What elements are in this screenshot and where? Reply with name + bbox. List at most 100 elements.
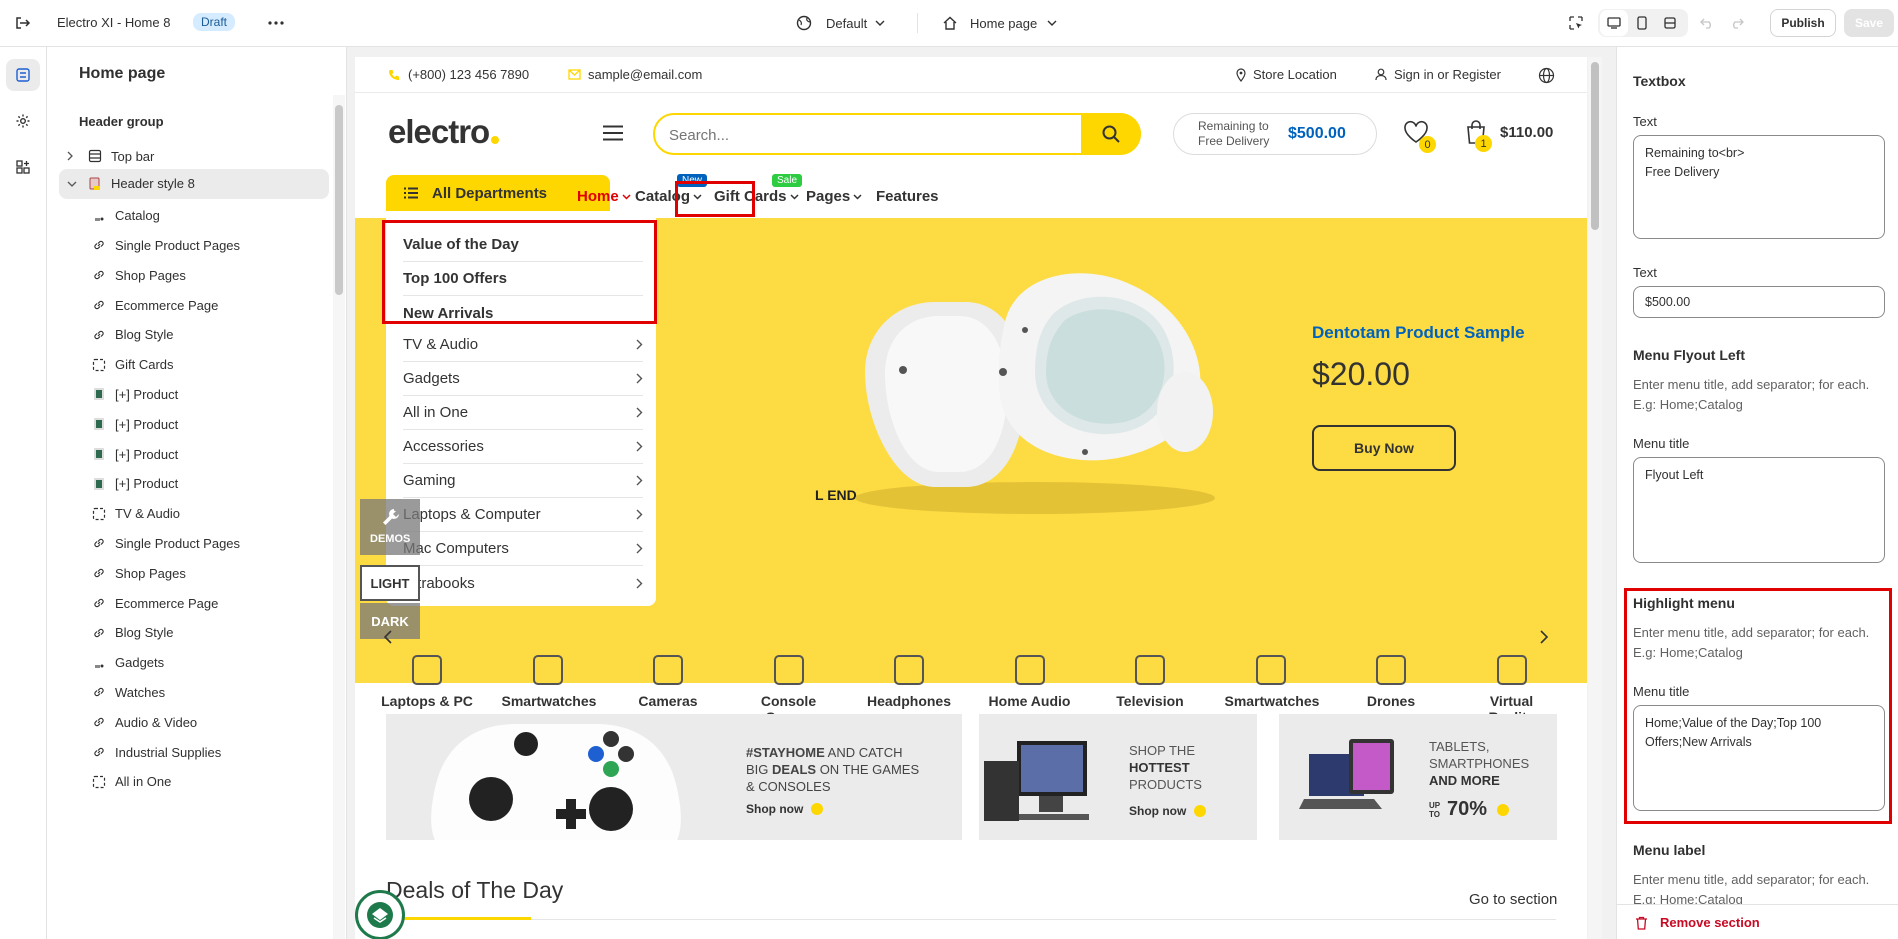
flyout-title: Menu Flyout Left [1633,347,1745,363]
tree-item[interactable]: All in One [59,765,329,799]
buy-now-button[interactable]: Buy Now [1312,425,1456,471]
panel-scrollbar[interactable] [333,95,345,939]
department-item[interactable]: Laptops & Computer [403,498,643,532]
category-icon [412,655,442,685]
department-item[interactable]: Gaming [403,464,643,498]
chevron-right-icon [636,578,643,589]
tree-item[interactable]: Header style 8 [59,168,329,199]
phone-link[interactable]: (+800) 123 456 7890 [388,67,529,82]
flyout-textarea[interactable]: Flyout Left [1633,457,1885,563]
cart-total[interactable]: $110.00 [1500,124,1553,141]
hamburger-menu-icon[interactable] [603,125,623,141]
undo-icon[interactable] [1698,14,1716,32]
globe-icon [796,15,812,31]
arrow-circle-icon [811,803,824,815]
nav-item[interactable]: Pages [806,188,862,205]
preview-scrollbar-thumb[interactable] [1591,62,1599,230]
category-item[interactable]: Television [1090,655,1210,709]
category-item[interactable]: Cameras [608,655,728,709]
promo-hottest-line1: SHOP THE [1129,743,1195,758]
desktop-icon[interactable] [1600,10,1628,36]
chevron-left-icon[interactable] [383,630,397,644]
remove-section-label: Remove section [1660,915,1760,930]
category-item[interactable]: Headphones [849,655,969,709]
promo-tablets-text: TABLETS, SMARTPHONES AND MORE [1429,738,1529,789]
category-item[interactable]: Laptops & PC [367,655,487,709]
promo-banner-games[interactable]: #STAYHOME AND CATCH BIG DEALS ON THE GAM… [386,714,962,840]
mobile-icon[interactable] [1628,10,1656,36]
settings-gear-icon[interactable] [6,105,40,137]
promo-games-line2a: BIG [746,762,773,777]
chat-widget-icon[interactable] [355,890,405,939]
department-item[interactable]: Ultrabooks [403,566,643,600]
tree-item[interactable]: Top bar [59,139,329,173]
email-link[interactable]: sample@email.com [568,67,702,82]
promo-banner-hottest[interactable]: SHOP THE HOTTEST PRODUCTS Shop now [979,714,1257,840]
highlight-textarea[interactable]: Home;Value of the Day;Top 100 Offers;New… [1633,705,1885,811]
flyout-setting: Menu title Flyout Left [1633,436,1885,563]
sign-in-link[interactable]: Sign in or Register [1375,67,1501,82]
category-item[interactable]: Smartwatches [1211,655,1331,709]
text-setting-2-input[interactable]: $500.00 [1633,286,1885,318]
theme-select[interactable]: Default [796,12,885,34]
tree-item-label: Gift Cards [115,357,174,373]
search-box [653,113,1141,155]
nav-item[interactable]: Features [876,188,939,205]
remove-section-bar: Remove section [1617,904,1898,939]
fullwidth-icon[interactable] [1656,10,1684,36]
chevron-right-icon [636,373,643,384]
preview-scrollbar[interactable] [1588,57,1602,939]
department-item[interactable]: Gadgets [403,362,643,396]
cart-icon[interactable]: 1 [1465,119,1495,152]
category-label: Television [1116,693,1184,709]
store-logo[interactable]: electro [388,113,500,151]
exit-icon[interactable] [12,12,34,34]
language-globe-icon[interactable] [1536,65,1556,85]
inspector-icon[interactable] [1566,13,1586,33]
chevron-down-icon[interactable] [67,181,79,187]
category-item[interactable]: Smartwatches [488,655,608,709]
tree-item-label: Header style 8 [111,176,195,192]
nav-item[interactable]: Home [577,188,631,205]
search-input[interactable] [669,125,1029,145]
department-item[interactable]: TV & Audio [403,328,643,362]
department-item[interactable]: All in One [403,396,643,430]
apps-icon[interactable] [6,151,40,183]
category-icon [1014,655,1045,685]
remove-section-button[interactable]: Remove section [1635,915,1760,930]
promo-games-shop-now[interactable]: Shop now [746,802,824,816]
publish-button[interactable]: Publish [1770,9,1836,37]
chevron-right-icon[interactable] [1539,630,1553,644]
save-button[interactable]: Save [1844,9,1894,37]
arrow-circle-icon [1497,803,1510,816]
demos-button[interactable]: DEMOS [360,499,420,555]
product-thumb-icon [91,446,107,462]
link-icon [91,565,107,581]
settings-scrollbar[interactable] [1887,57,1895,894]
text-setting-1-line2: Free Delivery [1645,165,1720,179]
go-to-section-link[interactable]: Go to section [1469,891,1557,908]
department-item[interactable]: Accessories [403,430,643,464]
text-setting-1-textarea[interactable]: Remaining to<br> Free Delivery [1633,135,1885,239]
more-icon[interactable] [264,12,288,34]
promo-hottest-text: SHOP THE HOTTEST PRODUCTS [1129,742,1202,793]
nav-badge: Sale [772,174,803,187]
category-label: Drones [1366,693,1416,709]
sections-icon[interactable] [6,59,40,91]
panel-scrollbar-thumb[interactable] [335,105,343,295]
chevron-right-icon[interactable] [67,151,79,161]
store-location-link[interactable]: Store Location [1236,67,1337,82]
promo-hottest-shop-now[interactable]: Shop now [1129,804,1207,818]
page-select[interactable]: Home page [942,12,1057,34]
department-item[interactable]: Mac Computers [403,532,643,566]
wishlist-icon[interactable]: 0 [1403,120,1436,153]
promo-banner-tablets[interactable]: TABLETS, SMARTPHONES AND MORE UP TO 70% [1279,714,1557,840]
category-item[interactable]: Home Audio [970,655,1090,709]
promo-tablets-line1: TABLETS, [1429,739,1490,754]
tree-item-label: Shop Pages [115,267,186,283]
redo-icon[interactable] [1728,14,1746,32]
light-mode-button[interactable]: LIGHT [360,565,420,601]
category-item[interactable]: Drones [1331,655,1451,709]
search-button[interactable] [1081,113,1141,155]
promo-games-text: #STAYHOME AND CATCH BIG DEALS ON THE GAM… [746,744,919,795]
